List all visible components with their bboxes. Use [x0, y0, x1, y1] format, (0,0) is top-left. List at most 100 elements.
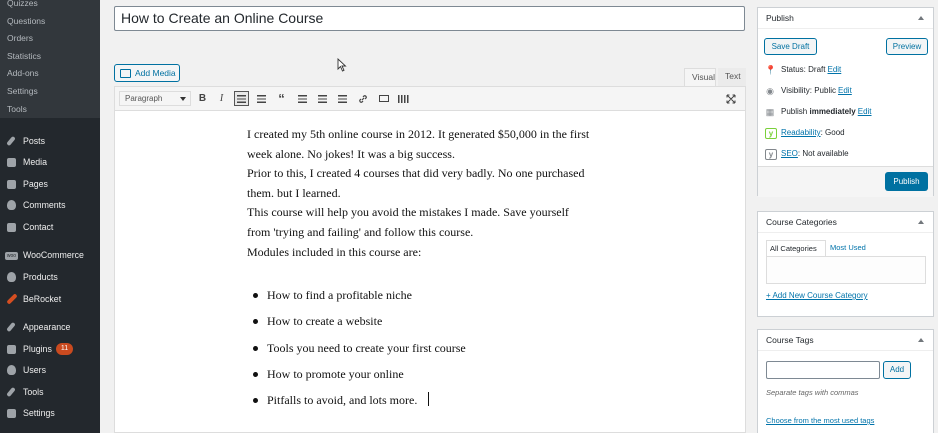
read-more-button[interactable] [376, 91, 391, 106]
chevron-down-icon [180, 97, 186, 101]
submenu-item-addons[interactable]: Add-ons [0, 65, 100, 83]
format-select-value: Paragraph [125, 94, 163, 103]
rocket-icon [5, 293, 18, 306]
categories-checklist[interactable] [766, 256, 926, 284]
add-tag-button[interactable]: Add [883, 361, 911, 379]
tab-visual[interactable]: Visual [684, 68, 716, 86]
sidebar-item-label: Media [23, 157, 47, 167]
sidebar-item-comments[interactable]: Comments [0, 195, 100, 215]
add-media-label: Add Media [135, 68, 176, 78]
align-right-button[interactable] [335, 91, 350, 106]
collapse-icon [918, 16, 924, 20]
bullet-list-button[interactable] [234, 91, 249, 106]
italic-icon: I [219, 93, 224, 104]
submenu-item-quizzes[interactable]: Quizzes [0, 0, 100, 13]
publish-box-header[interactable]: Publish [758, 8, 933, 29]
toolbar-toggle-button[interactable] [396, 91, 411, 106]
pin-icon [5, 135, 18, 148]
more-tag-icon [378, 95, 389, 102]
submenu: Quizzes Questions Orders Statistics Add-… [0, 0, 100, 118]
mail-icon [5, 221, 18, 234]
publish-time-value: immediately [809, 107, 856, 116]
settings-icon [5, 407, 18, 420]
content-paragraph: This course will help you avoid the mist… [247, 205, 569, 220]
content-paragraph: I created my 5th online course in 2012. … [247, 127, 590, 141]
text-caret [428, 392, 429, 406]
calendar-icon: ▦ [765, 107, 775, 117]
sidebar-item-plugins[interactable]: Plugins 11 [0, 339, 100, 359]
blockquote-button[interactable]: “ [274, 91, 289, 106]
publish-button[interactable]: Publish [885, 172, 928, 191]
categories-box-title: Course Categories [766, 217, 837, 227]
add-media-button[interactable]: Add Media [114, 64, 180, 82]
course-tags-box: Course Tags Add Separate tags with comma… [757, 329, 934, 433]
pin-icon: 📍 [765, 65, 777, 75]
categories-box-header[interactable]: Course Categories [758, 212, 933, 233]
sidebar-item-media[interactable]: Media [0, 152, 100, 172]
editor-toolbar: Paragraph B I “ [115, 87, 745, 111]
fullscreen-icon [726, 94, 735, 103]
sidebar-item-settings[interactable]: Settings [0, 403, 100, 423]
readability-link[interactable]: Readability [781, 126, 821, 140]
editor-content[interactable]: I created my 5th online course in 2012. … [247, 125, 589, 413]
insert-link-button[interactable] [355, 91, 370, 106]
wrench-icon [5, 386, 18, 399]
sidebar-item-users[interactable]: Users [0, 360, 100, 380]
format-select[interactable]: Paragraph [119, 91, 191, 106]
readability-icon: y [765, 127, 777, 139]
sidebar-item-label: Tools [23, 387, 44, 397]
tab-all-categories[interactable]: All Categories [766, 240, 826, 256]
align-center-button[interactable] [315, 91, 330, 106]
save-draft-button[interactable]: Save Draft [764, 38, 817, 55]
plugin-icon [5, 343, 18, 356]
sidebar-item-berocket[interactable]: BeRocket [0, 289, 100, 309]
sidebar-item-products[interactable]: Products [0, 267, 100, 287]
align-left-icon [298, 94, 307, 103]
submenu-item-settings[interactable]: Settings [0, 83, 100, 101]
numbered-list-button[interactable] [254, 91, 269, 106]
preview-button[interactable]: Preview [886, 38, 928, 55]
sidebar-item-tools[interactable]: Tools [0, 382, 100, 402]
sidebar-item-appearance[interactable]: Appearance [0, 317, 100, 337]
tags-hint: Separate tags with commas [766, 388, 859, 397]
sidebar-item-label: Pages [23, 179, 48, 189]
fullscreen-button[interactable] [723, 91, 738, 106]
sidebar-item-posts[interactable]: Posts [0, 131, 100, 151]
submenu-item-tools[interactable]: Tools [0, 101, 100, 119]
submenu-item-questions[interactable]: Questions [0, 13, 100, 31]
seo-icon: y [765, 148, 777, 160]
italic-button[interactable]: I [214, 91, 229, 106]
sidebar-item-label: WooCommerce [23, 250, 84, 260]
sidebar-item-pages[interactable]: Pages [0, 174, 100, 194]
sidebar-item-contact[interactable]: Contact [0, 217, 100, 237]
submenu-item-orders[interactable]: Orders [0, 30, 100, 48]
choose-tags-link[interactable]: Choose from the most used tags [766, 416, 874, 425]
visibility-value: Public [814, 86, 837, 95]
edit-publish-time-link[interactable]: Edit [858, 105, 872, 119]
sidebar-item-woocommerce[interactable]: WooCommerce [0, 245, 100, 265]
add-new-category-link[interactable]: + Add New Course Category [766, 291, 868, 300]
align-right-icon [338, 94, 347, 103]
bold-button[interactable]: B [195, 91, 210, 106]
edit-visibility-link[interactable]: Edit [838, 84, 852, 98]
tab-most-used[interactable]: Most Used [830, 240, 866, 256]
course-categories-box: Course Categories All Categories Most Us… [757, 211, 934, 317]
collapse-icon [918, 338, 924, 342]
tab-text[interactable]: Text [718, 68, 746, 86]
edit-status-link[interactable]: Edit [827, 63, 841, 77]
content-paragraph: week alone. No jokes! It was a big succe… [247, 146, 455, 161]
tags-box-title: Course Tags [766, 335, 814, 345]
seo-link[interactable]: SEO [781, 147, 798, 161]
list-item: Pitfalls to avoid, and lots more. [247, 387, 589, 413]
users-icon [5, 364, 18, 377]
post-title-input[interactable]: How to Create an Online Course [114, 6, 745, 31]
content-paragraph: them. but I learned. [247, 185, 341, 200]
align-left-button[interactable] [295, 91, 310, 106]
tags-box-header[interactable]: Course Tags [758, 330, 933, 351]
visibility-label: Visibility: [781, 86, 812, 95]
link-icon [358, 94, 367, 103]
align-center-icon [318, 94, 327, 103]
list-item: Tools you need to create your first cour… [247, 335, 589, 361]
tag-input[interactable] [766, 361, 880, 379]
submenu-item-statistics[interactable]: Statistics [0, 48, 100, 66]
